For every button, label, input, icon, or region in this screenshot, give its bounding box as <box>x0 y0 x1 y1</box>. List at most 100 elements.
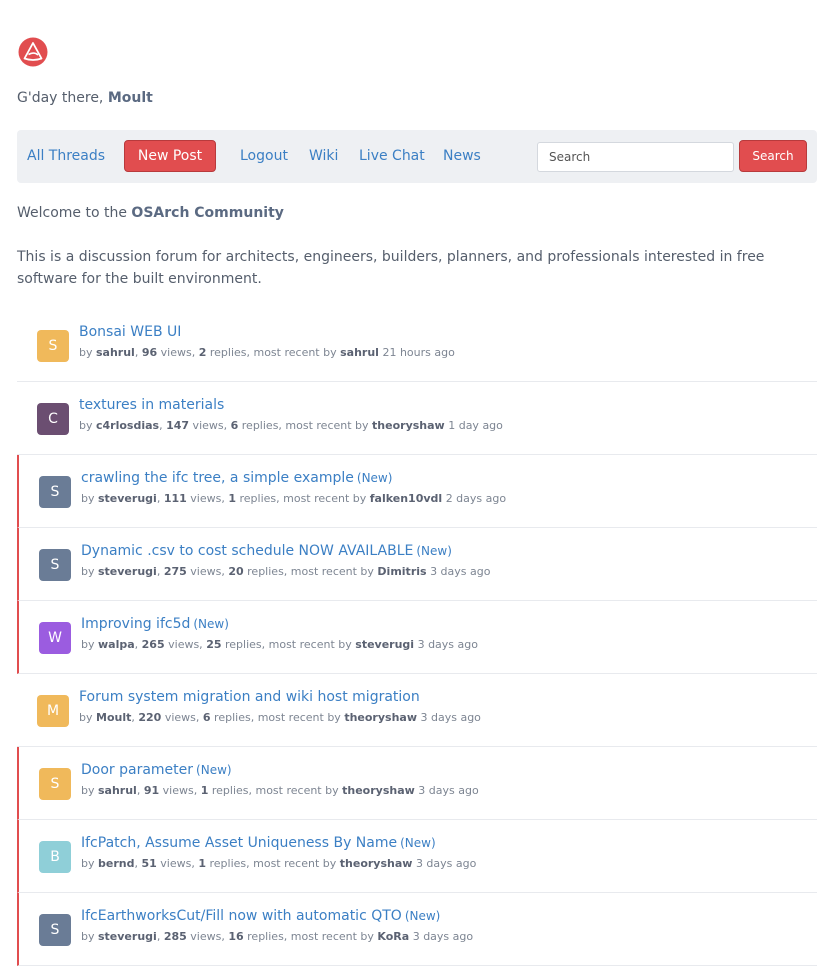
by-label: by <box>81 492 95 505</box>
navbar: All Threads New Post Logout Wiki Live Ch… <box>17 130 817 183</box>
replies-label: replies, most recent by <box>206 346 341 359</box>
last-reply-time: 2 days ago <box>445 492 507 505</box>
replies-label: replies, most recent by <box>210 711 345 724</box>
views-count: 220 <box>138 711 162 724</box>
views-count: 265 <box>141 638 165 651</box>
last-reply-time: 1 day ago <box>448 419 503 432</box>
last-reply-author[interactable]: theoryshaw <box>342 784 415 797</box>
replies-count: 1 <box>228 492 236 505</box>
thread-title-link[interactable]: Dynamic .csv to cost schedule NOW AVAILA… <box>81 543 413 559</box>
thread-title-link[interactable]: IfcEarthworksCut/Fill now with automatic… <box>81 908 402 924</box>
thread-meta: by walpa, 265 views, 25 replies, most re… <box>81 638 478 651</box>
thread-title-link[interactable]: Forum system migration and wiki host mig… <box>79 689 420 705</box>
thread-title-line: Dynamic .csv to cost schedule NOW AVAILA… <box>81 540 452 559</box>
thread-author[interactable]: steverugi <box>98 930 157 943</box>
thread-row: S Dynamic .csv to cost schedule NOW AVAIL… <box>17 528 817 601</box>
nav-news[interactable]: News <box>443 147 481 165</box>
last-reply-author[interactable]: theoryshaw <box>372 419 445 432</box>
views-label: views, <box>164 638 207 651</box>
search-button[interactable]: Search <box>739 140 807 172</box>
last-reply-time: 3 days ago <box>420 711 481 724</box>
views-label: views, <box>186 930 229 943</box>
last-reply-author[interactable]: theoryshaw <box>340 857 413 870</box>
avatar[interactable]: S <box>39 914 71 946</box>
by-label: by <box>79 419 93 432</box>
thread-row: M Forum system migration and wiki host mi… <box>17 674 817 747</box>
greeting-prefix: G'day there, <box>17 90 108 106</box>
thread-title-line: Improving ifc5d (New) <box>81 613 229 632</box>
last-reply-author[interactable]: KoRa <box>377 930 409 943</box>
replies-count: 20 <box>228 565 244 578</box>
nav-logout[interactable]: Logout <box>240 147 288 165</box>
thread-author[interactable]: steverugi <box>98 492 157 505</box>
thread-title-link[interactable]: Improving ifc5d <box>81 616 190 632</box>
avatar[interactable]: B <box>39 841 71 873</box>
avatar[interactable]: S <box>39 476 71 508</box>
thread-title-line: crawling the ifc tree, a simple example(… <box>81 467 392 486</box>
thread-author[interactable]: c4rlosdias <box>96 419 159 432</box>
greeting-username[interactable]: Moult <box>108 90 153 106</box>
avatar[interactable]: C <box>37 403 69 435</box>
thread-author[interactable]: steverugi <box>98 565 157 578</box>
views-count: 96 <box>141 346 158 359</box>
avatar[interactable]: S <box>39 768 71 800</box>
thread-meta: by steverugi, 275 views, 20 replies, mos… <box>81 565 491 578</box>
thread-author[interactable]: sahrul <box>98 784 137 797</box>
last-reply-author[interactable]: falken10vdl <box>370 492 442 505</box>
by-label: by <box>81 565 95 578</box>
nav-live-chat[interactable]: Live Chat <box>359 147 425 165</box>
last-reply-time: 3 days ago <box>430 565 491 578</box>
thread-row: Ctextures in materials by c4rlosdias, 147… <box>17 382 817 455</box>
new-post-button[interactable]: New Post <box>124 140 216 172</box>
avatar[interactable]: M <box>37 695 69 727</box>
thread-author[interactable]: Moult <box>96 711 131 724</box>
thread-title-link[interactable]: Door parameter <box>81 762 193 778</box>
views-count: 51 <box>141 857 157 870</box>
last-reply-author[interactable]: Dimitris <box>377 565 426 578</box>
views-label: views, <box>159 784 201 797</box>
welcome-prefix: Welcome to the <box>17 205 132 221</box>
views-label: views, <box>157 346 199 359</box>
thread-author[interactable]: bernd <box>98 857 134 870</box>
thread-title-link[interactable]: crawling the ifc tree, a simple example <box>81 470 354 486</box>
thread-title-link[interactable]: textures in materials <box>79 397 224 413</box>
thread-title-line: IfcPatch, Assume Asset Uniqueness By Nam… <box>81 832 436 851</box>
thread-title-line: textures in materials <box>79 394 224 413</box>
new-badge: (New) <box>400 836 436 850</box>
thread-row: S IfcEarthworksCut/Fill now with automati… <box>17 893 817 966</box>
thread-title-link[interactable]: IfcPatch, Assume Asset Uniqueness By Nam… <box>81 835 397 851</box>
by-label: by <box>79 346 93 359</box>
views-label: views, <box>156 857 199 870</box>
views-label: views, <box>161 711 203 724</box>
thread-author[interactable]: walpa <box>98 638 135 651</box>
thread-title-link[interactable]: Bonsai WEB UI <box>79 324 181 340</box>
last-reply-time: 3 days ago <box>417 638 478 651</box>
thread-meta: by sahrul, 96 views, 2 replies, most rec… <box>79 346 455 359</box>
thread-meta: by bernd, 51 views, 1 replies, most rece… <box>81 857 477 870</box>
replies-label: replies, most recent by <box>238 419 373 432</box>
by-label: by <box>79 711 93 724</box>
by-label: by <box>81 930 95 943</box>
thread-meta: by Moult, 220 views, 6 replies, most rec… <box>79 711 481 724</box>
by-label: by <box>81 638 95 651</box>
avatar[interactable]: S <box>37 330 69 362</box>
last-reply-author[interactable]: theoryshaw <box>344 711 417 724</box>
views-count: 275 <box>163 565 187 578</box>
nav-wiki[interactable]: Wiki <box>309 147 338 165</box>
thread-row: W Improving ifc5d (New) by walpa, 265 views… <box>17 601 817 674</box>
osarch-logo[interactable] <box>18 37 48 67</box>
thread-author[interactable]: sahrul <box>96 346 135 359</box>
thread-title-line: Forum system migration and wiki host mig… <box>79 686 420 705</box>
replies-count: 25 <box>206 638 222 651</box>
avatar[interactable]: S <box>39 549 71 581</box>
last-reply-author[interactable]: steverugi <box>355 638 414 651</box>
welcome-text: Welcome to the OSArch Community <box>17 205 284 221</box>
views-label: views, <box>186 492 229 505</box>
nav-all-threads[interactable]: All Threads <box>27 147 105 165</box>
search-input[interactable] <box>537 142 734 172</box>
last-reply-author[interactable]: sahrul <box>340 346 379 359</box>
avatar[interactable]: W <box>39 622 71 654</box>
last-reply-time: 3 days ago <box>412 930 474 943</box>
replies-label: replies, most recent by <box>221 638 356 651</box>
replies-label: replies, most recent by <box>243 930 378 943</box>
